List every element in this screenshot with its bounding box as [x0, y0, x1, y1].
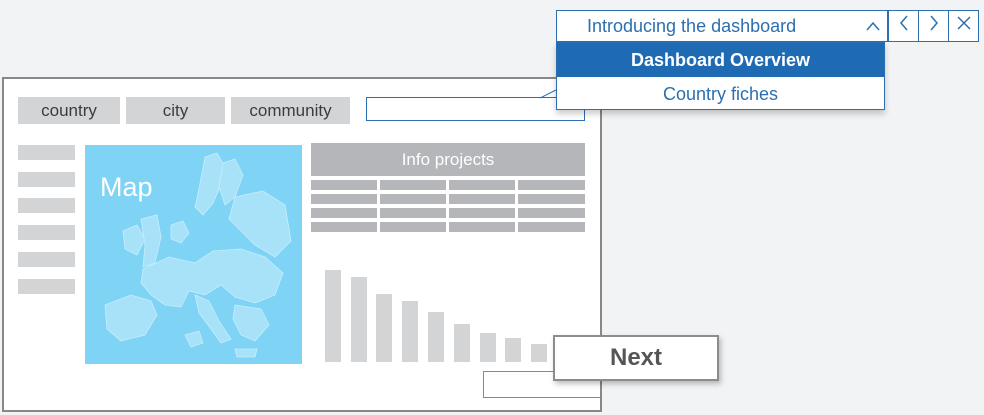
- table-cell: [518, 194, 585, 204]
- table-cell: [311, 180, 377, 190]
- chevron-up-icon[interactable]: [865, 15, 881, 42]
- map-label: Map: [100, 172, 153, 202]
- chevron-right-icon: [927, 13, 941, 39]
- search-input[interactable]: [366, 97, 585, 121]
- menu-item-country-fiches[interactable]: Country fiches: [557, 77, 884, 111]
- chart-bar: [402, 301, 418, 362]
- sidebar-item[interactable]: [18, 225, 75, 240]
- table-cell: [311, 194, 377, 204]
- chart-bar: [531, 344, 547, 362]
- tour-title: Introducing the dashboard: [587, 15, 797, 36]
- table-cell: [518, 208, 585, 218]
- next-button[interactable]: Next: [553, 335, 719, 381]
- table-cell: [449, 180, 515, 190]
- chart-bar: [480, 333, 496, 362]
- table-cell: [518, 180, 585, 190]
- tour-menu: Dashboard Overview Country fiches: [556, 42, 885, 110]
- chevron-left-icon: [897, 13, 911, 39]
- table-cell: [380, 222, 446, 232]
- tour-title-bar[interactable]: Introducing the dashboard: [556, 10, 888, 42]
- table-cell: [449, 222, 515, 232]
- close-button[interactable]: [948, 10, 979, 42]
- chart-bar: [376, 294, 392, 362]
- sidebar-item[interactable]: [18, 279, 75, 294]
- sidebar-item[interactable]: [18, 252, 75, 267]
- tab-country[interactable]: country: [18, 97, 120, 124]
- sidebar-item[interactable]: [18, 145, 75, 160]
- table-cell: [449, 194, 515, 204]
- table-cell: [311, 208, 377, 218]
- table-cell: [380, 180, 446, 190]
- connector-line: [540, 89, 557, 99]
- table-cell: [380, 194, 446, 204]
- table-cell: [380, 208, 446, 218]
- tab-community[interactable]: community: [231, 97, 350, 124]
- table-cell: [518, 222, 585, 232]
- info-projects-header: Info projects: [311, 143, 585, 176]
- sidebar-item[interactable]: [18, 198, 75, 213]
- table-cell: [311, 222, 377, 232]
- chart-bar: [505, 338, 521, 362]
- chart-bar: [428, 312, 444, 362]
- tab-city[interactable]: city: [126, 97, 225, 124]
- chart-bar: [325, 270, 341, 362]
- chart-bar: [454, 324, 470, 362]
- table-cell: [449, 208, 515, 218]
- menu-item-dashboard-overview[interactable]: Dashboard Overview: [557, 43, 884, 77]
- sidebar-item[interactable]: [18, 172, 75, 187]
- close-icon: [956, 15, 972, 37]
- prev-button[interactable]: [888, 10, 919, 42]
- chart-bar: [351, 277, 367, 362]
- next-step-button[interactable]: [918, 10, 949, 42]
